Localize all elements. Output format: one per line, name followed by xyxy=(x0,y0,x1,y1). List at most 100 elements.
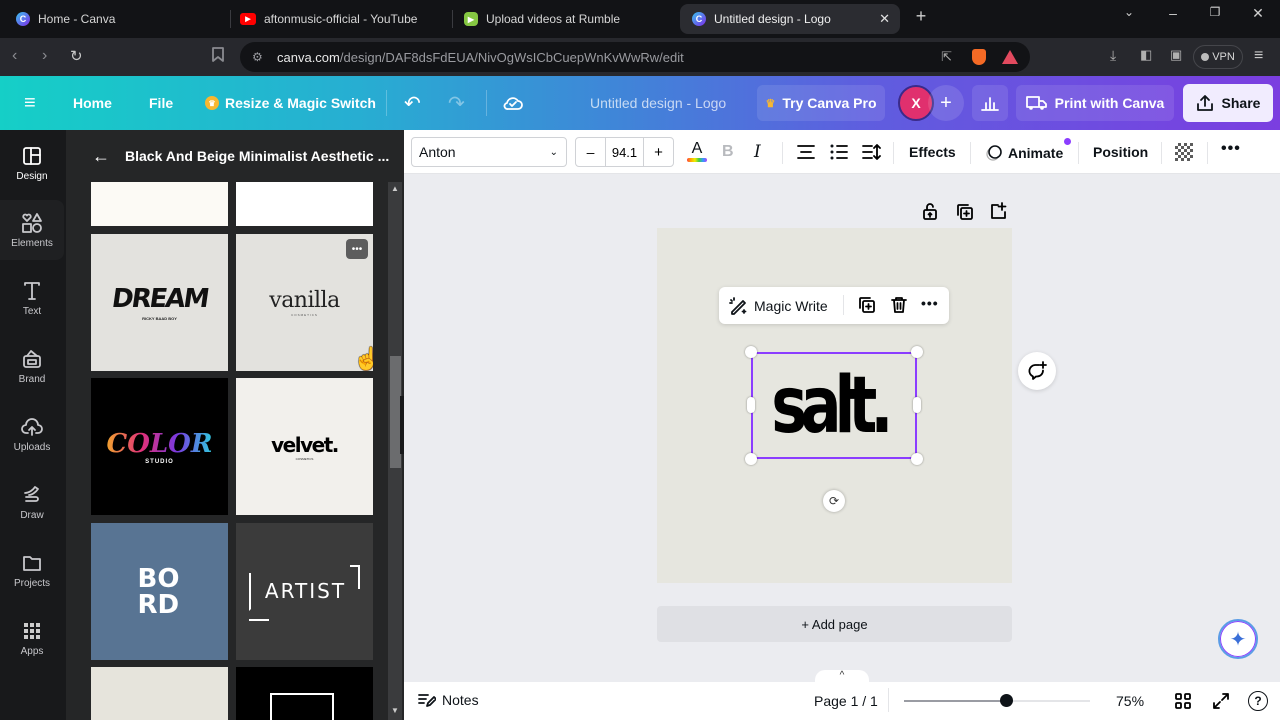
sidebar-toggle-icon[interactable]: ◧ xyxy=(1140,47,1152,63)
template-thumb-blank-1[interactable] xyxy=(91,182,228,226)
tab-search-chevron-icon[interactable]: ⌄ xyxy=(1114,5,1144,19)
zoom-slider[interactable] xyxy=(904,694,1090,707)
template-name: COLOR xyxy=(106,428,213,459)
brave-shields-icon[interactable] xyxy=(972,49,986,65)
zoom-level[interactable]: 75% xyxy=(1116,693,1144,709)
resize-handle-top-left[interactable] xyxy=(745,346,757,358)
template-thumb-beige[interactable] xyxy=(91,667,228,720)
undo-button[interactable]: ↶ xyxy=(404,76,421,130)
insights-button[interactable] xyxy=(972,85,1008,121)
rotate-handle[interactable]: ⟳ xyxy=(823,490,845,512)
font-family-dropdown[interactable]: Anton ⌄ xyxy=(411,137,567,167)
rail-item-design[interactable]: Design xyxy=(0,133,64,193)
resize-magic-switch-button[interactable]: ♛ Resize & Magic Switch xyxy=(205,76,376,130)
browser-tab-home-canva[interactable]: C Home - Canva xyxy=(4,4,224,34)
rail-item-draw[interactable]: Draw xyxy=(0,472,64,532)
wallet-icon[interactable]: ▣ xyxy=(1170,47,1182,63)
close-tab-icon[interactable]: ✕ xyxy=(879,11,890,27)
scroll-down-arrow[interactable]: ▼ xyxy=(391,706,399,715)
template-thumb-dream[interactable]: DREAM RICKY BAAD BOY xyxy=(91,234,228,371)
add-page-icon-button[interactable] xyxy=(989,202,1007,225)
template-thumb-blank-2[interactable] xyxy=(236,182,373,226)
browser-tab-youtube[interactable]: ▶ aftonmusic-official - YouTube xyxy=(228,4,448,34)
more-options-button[interactable]: ••• xyxy=(346,239,368,259)
site-settings-icon[interactable]: ⚙ xyxy=(252,50,263,64)
font-size-input[interactable]: 94.1 xyxy=(606,138,644,166)
italic-button[interactable]: I xyxy=(754,142,761,162)
new-tab-button[interactable]: + xyxy=(906,6,936,27)
scroll-up-arrow[interactable]: ▲ xyxy=(391,184,399,193)
template-thumb-vanilla[interactable]: vanilla COSMETICS ••• ☝ xyxy=(236,234,373,371)
back-button[interactable]: ‹ xyxy=(12,47,17,65)
close-window-button[interactable]: ✕ xyxy=(1243,5,1273,22)
minimize-button[interactable]: – xyxy=(1158,5,1188,21)
list-button[interactable] xyxy=(829,143,849,166)
rail-item-apps[interactable]: Apps xyxy=(0,608,64,668)
fullscreen-button[interactable] xyxy=(1212,692,1230,715)
resize-handle-right[interactable] xyxy=(913,397,921,413)
print-with-canva-button[interactable]: Print with Canva xyxy=(1016,85,1174,121)
rail-item-uploads[interactable]: Uploads xyxy=(0,404,64,464)
share-button[interactable]: Share xyxy=(1183,84,1273,122)
decrease-font-size-button[interactable]: – xyxy=(576,138,606,166)
notes-button[interactable]: Notes xyxy=(418,692,479,708)
back-arrow-icon[interactable]: ← xyxy=(92,146,110,167)
animate-button[interactable]: Animate xyxy=(985,138,1072,162)
menu-icon[interactable]: ≡ xyxy=(1254,47,1263,65)
downloads-icon[interactable]: ⤓ xyxy=(1110,47,1116,64)
resize-handle-bottom-left[interactable] xyxy=(745,453,757,465)
spacing-button[interactable] xyxy=(861,143,881,166)
more-toolbar-options-button[interactable]: ••• xyxy=(1221,140,1241,158)
duplicate-element-button[interactable] xyxy=(858,296,876,319)
resize-handle-top-right[interactable] xyxy=(911,346,923,358)
grid-view-button[interactable] xyxy=(1175,693,1191,714)
main-menu-icon[interactable]: ≡ xyxy=(24,76,36,130)
delete-element-button[interactable] xyxy=(890,296,908,319)
add-page-button[interactable]: + Add page xyxy=(657,606,1012,642)
rail-item-projects[interactable]: Projects xyxy=(0,540,64,600)
home-button[interactable]: Home xyxy=(73,76,112,130)
rail-item-text[interactable]: Text xyxy=(0,268,64,328)
rail-item-elements[interactable]: Elements xyxy=(0,200,64,260)
page-indicator[interactable]: Page 1 / 1 xyxy=(814,693,878,709)
canva-assistant-button[interactable]: ✦ xyxy=(1218,619,1258,659)
selected-text-element[interactable]: salt. xyxy=(751,352,917,459)
resize-handle-bottom-right[interactable] xyxy=(911,453,923,465)
effects-button[interactable]: Effects xyxy=(909,144,956,160)
duplicate-page-button[interactable] xyxy=(956,203,974,226)
help-button[interactable]: ? xyxy=(1248,691,1268,711)
forward-button[interactable]: › xyxy=(42,47,47,65)
align-center-button[interactable] xyxy=(796,143,816,166)
template-thumb-artist[interactable]: ARTIST xyxy=(236,523,373,660)
redo-button[interactable]: ↷ xyxy=(448,76,465,130)
browser-tab-untitled-design[interactable]: C Untitled design - Logo ✕ xyxy=(680,4,900,34)
browser-tab-rumble[interactable]: ▶ Upload videos at Rumble xyxy=(452,4,672,34)
position-button[interactable]: Position xyxy=(1093,144,1148,160)
lock-page-button[interactable] xyxy=(922,202,938,225)
transparency-icon[interactable] xyxy=(1175,143,1193,161)
magic-write-button[interactable]: Magic Write xyxy=(728,296,828,316)
rail-item-brand[interactable]: Brand xyxy=(0,336,64,396)
increase-font-size-button[interactable]: + xyxy=(644,138,673,166)
resize-handle-left[interactable] xyxy=(747,397,755,413)
file-menu-button[interactable]: File xyxy=(149,76,173,130)
restore-button[interactable]: ❐ xyxy=(1200,5,1230,19)
add-collaborator-button[interactable]: + xyxy=(928,85,964,121)
more-element-options-button[interactable]: ••• xyxy=(921,295,939,311)
vpn-button[interactable]: VPN xyxy=(1193,45,1243,69)
bold-button[interactable]: B xyxy=(722,143,734,161)
text-color-button[interactable]: A xyxy=(686,140,708,166)
cloud-saved-icon[interactable] xyxy=(502,76,524,130)
template-thumb-bord[interactable]: BORD xyxy=(91,523,228,660)
add-comment-button[interactable] xyxy=(1018,352,1056,390)
share-page-icon[interactable]: ⇱ xyxy=(941,49,952,65)
bookmark-icon[interactable] xyxy=(212,47,224,65)
brave-rewards-icon[interactable] xyxy=(1002,50,1018,64)
reload-button[interactable]: ↻ xyxy=(70,47,83,65)
try-canva-pro-button[interactable]: ♛ Try Canva Pro xyxy=(757,85,885,121)
address-bar[interactable]: ⚙ canva.com/design/DAF8dsFdEUA/NivOgWsIC… xyxy=(240,42,1030,72)
template-thumb-velvet[interactable]: velvet. COSMETICS xyxy=(236,378,373,515)
document-title[interactable]: Untitled design - Logo xyxy=(590,76,726,130)
template-thumb-black[interactable] xyxy=(236,667,373,720)
template-thumb-color-studio[interactable]: COLOR STUDIO xyxy=(91,378,228,515)
